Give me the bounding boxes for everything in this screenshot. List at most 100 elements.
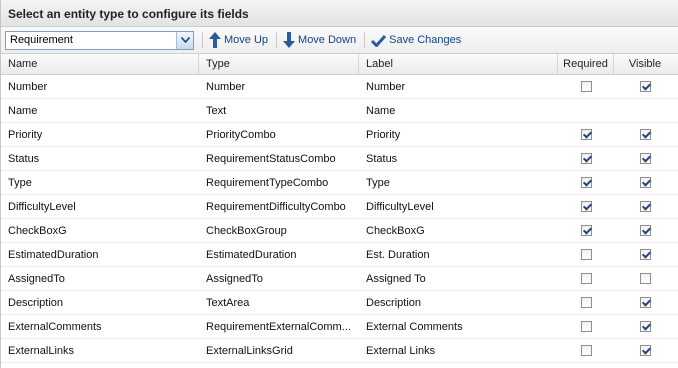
table-row[interactable]: EstimatedDuration EstimatedDuration Est. D… (1, 243, 678, 267)
cell-required (558, 99, 614, 122)
cell-label: Number (366, 81, 406, 93)
cell-label: Description (366, 297, 422, 309)
required-checkbox[interactable] (580, 249, 592, 260)
cell-type: RequirementExternalComm... (206, 321, 351, 333)
table-row[interactable]: ExternalLinks ExternalLinksGrid External L… (1, 339, 678, 363)
visible-checkbox[interactable] (639, 249, 651, 260)
visible-checkbox[interactable] (639, 225, 651, 236)
cell-visible (614, 123, 676, 146)
cell-type: RequirementDifficultyCombo (206, 201, 346, 213)
cell-type: PriorityCombo (206, 129, 276, 141)
required-checkbox[interactable] (580, 81, 592, 92)
cell-name: AssignedTo (8, 273, 65, 285)
cell-name: Priority (8, 129, 43, 141)
cell-required (558, 195, 614, 218)
cell-name: ExternalComments (8, 321, 102, 333)
cell-type: AssignedTo (206, 273, 263, 285)
visible-checkbox[interactable] (639, 129, 651, 140)
table-row[interactable]: Status RequirementStatusCombo Status (1, 147, 678, 171)
cell-required (558, 315, 614, 338)
chevron-down-icon[interactable] (176, 31, 193, 49)
required-checkbox[interactable] (580, 297, 592, 308)
cell-label: DifficultyLevel (366, 201, 434, 213)
cell-required (558, 219, 614, 242)
required-checkbox[interactable] (580, 273, 592, 284)
arrow-down-icon (283, 32, 296, 48)
required-checkbox[interactable] (580, 201, 592, 212)
cell-name: DifficultyLevel (8, 201, 76, 213)
table-row[interactable]: Description TextArea Description (1, 291, 678, 315)
cell-type: Number (206, 81, 246, 93)
required-checkbox[interactable] (580, 129, 592, 140)
toolbar-separator (364, 32, 366, 48)
cell-name: Description (8, 297, 64, 309)
required-checkbox[interactable] (580, 321, 592, 332)
cell-label: External Comments (366, 321, 463, 333)
cell-required (558, 267, 614, 290)
cell-label: Assigned To (366, 273, 426, 285)
visible-checkbox[interactable] (639, 81, 651, 92)
cell-visible (614, 99, 676, 122)
grid-body: Number Number Number Name Text Name Priority Pr… (1, 75, 678, 363)
column-header-required[interactable]: Required (558, 54, 614, 74)
column-header-visible[interactable]: Visible (614, 54, 676, 74)
cell-visible (614, 243, 676, 266)
required-checkbox[interactable] (580, 177, 592, 188)
cell-visible (614, 75, 676, 98)
move-up-label: Move Up (224, 34, 269, 46)
cell-required (558, 123, 614, 146)
grid-header: Name Type Label Required Visible (1, 54, 678, 75)
table-row[interactable]: AssignedTo AssignedTo Assigned To (1, 267, 678, 291)
required-checkbox[interactable] (580, 225, 592, 236)
cell-label: Status (366, 153, 398, 165)
column-header-name[interactable]: Name (1, 54, 199, 74)
required-checkbox[interactable] (580, 153, 592, 164)
required-checkbox[interactable] (580, 345, 592, 356)
table-row[interactable]: CheckBoxG CheckBoxGroup CheckBoxG (1, 219, 678, 243)
cell-type: CheckBoxGroup (206, 225, 287, 237)
entity-type-value[interactable]: Requirement (6, 32, 176, 49)
cell-type: ExternalLinksGrid (206, 345, 293, 357)
visible-checkbox[interactable] (639, 297, 651, 308)
visible-checkbox[interactable] (639, 153, 651, 164)
cell-label: External Links (366, 345, 436, 357)
cell-name: Number (8, 81, 48, 93)
move-down-button[interactable]: Move Down (283, 32, 356, 48)
toolbar: Requirement Move Up Move Down Save Chang… (1, 27, 678, 54)
table-row[interactable]: ExternalComments RequirementExternalComm.… (1, 315, 678, 339)
cell-type: EstimatedDuration (206, 249, 297, 261)
visible-checkbox[interactable] (639, 345, 651, 356)
entity-type-combo[interactable]: Requirement (5, 30, 194, 50)
toolbar-separator (202, 32, 203, 48)
cell-required (558, 339, 614, 362)
cell-type: RequirementStatusCombo (206, 153, 336, 165)
cell-visible (614, 291, 676, 314)
configure-fields-panel: Select an entity type to configure its f… (0, 0, 678, 368)
cell-name: Status (8, 153, 40, 165)
arrow-up-icon (209, 32, 221, 48)
cell-visible (614, 147, 676, 170)
table-row[interactable]: Priority PriorityCombo Priority (1, 123, 678, 147)
column-header-label[interactable]: Label (359, 54, 558, 74)
cell-required (558, 243, 614, 266)
column-header-type[interactable]: Type (199, 54, 359, 74)
cell-label: Est. Duration (366, 249, 430, 261)
visible-checkbox[interactable] (639, 321, 651, 332)
visible-checkbox[interactable] (639, 273, 651, 284)
table-row[interactable]: DifficultyLevel RequirementDifficultyComb… (1, 195, 678, 219)
cell-label: Name (366, 105, 396, 117)
cell-required (558, 147, 614, 170)
table-row[interactable]: Type RequirementTypeCombo Type (1, 171, 678, 195)
cell-name: Type (8, 177, 32, 189)
save-changes-button[interactable]: Save Changes (371, 34, 461, 47)
visible-checkbox[interactable] (639, 177, 651, 188)
cell-visible (614, 339, 676, 362)
cell-type: RequirementTypeCombo (206, 177, 329, 189)
cell-required (558, 291, 614, 314)
cell-required (558, 75, 614, 98)
move-up-button[interactable]: Move Up (209, 32, 268, 48)
visible-checkbox[interactable] (639, 201, 651, 212)
table-row[interactable]: Name Text Name (1, 99, 678, 123)
panel-title: Select an entity type to configure its f… (1, 0, 678, 27)
table-row[interactable]: Number Number Number (1, 75, 678, 99)
